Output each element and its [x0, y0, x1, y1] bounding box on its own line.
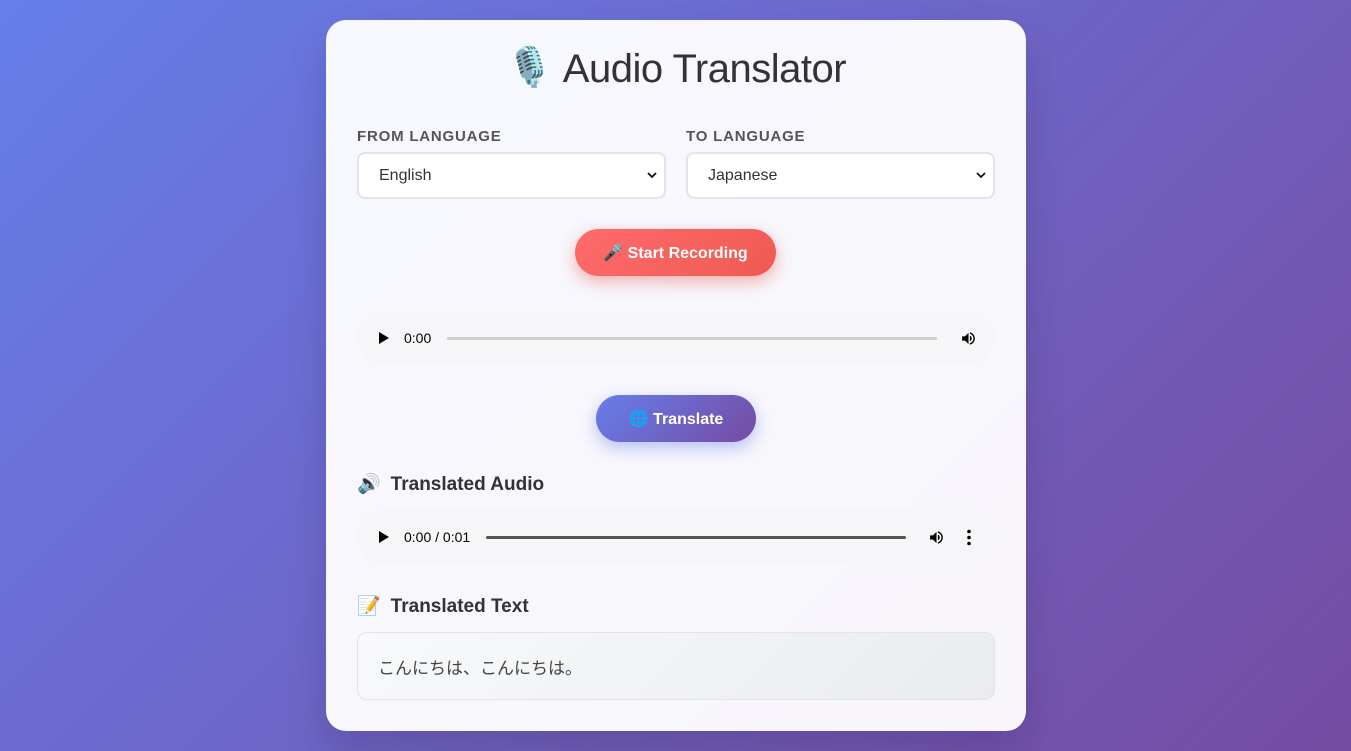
- translated-player-time: 0:00 / 0:01: [404, 529, 471, 545]
- translate-button[interactable]: 🌐 Translate: [596, 395, 756, 442]
- memo-icon: 📝: [357, 596, 381, 617]
- from-language-value: English: [379, 166, 432, 184]
- page-title: 🎙️ Audio Translator: [326, 46, 1026, 92]
- translated-audio-player: 0:00 / 0:01: [357, 510, 995, 564]
- to-language-value: Japanese: [708, 166, 778, 184]
- recording-player-time: 0:00: [404, 330, 432, 346]
- to-language-label: To Language: [686, 128, 806, 145]
- more-options-icon[interactable]: [967, 529, 971, 546]
- translated-seek-bar[interactable]: [486, 536, 906, 539]
- chevron-down-icon: [976, 172, 986, 179]
- recording-seek-bar[interactable]: [447, 337, 937, 340]
- translated-audio-heading: 🔊 Translated Audio: [357, 472, 544, 496]
- translated-text-content: こんにちは、こんにちは。: [378, 658, 582, 678]
- translated-text-heading: 📝 Translated Text: [357, 594, 529, 618]
- translated-text-output: こんにちは、こんにちは。: [357, 632, 995, 700]
- translated-text-heading-text: Translated Text: [390, 596, 529, 617]
- to-language-select[interactable]: Japanese: [686, 152, 995, 199]
- speaker-icon: 🔊: [357, 474, 381, 495]
- page-title-text: Audio Translator: [562, 47, 847, 91]
- translator-card: 🎙️ Audio Translator From Language English…: [326, 20, 1026, 731]
- recording-audio-player: 0:00: [357, 311, 995, 365]
- play-icon[interactable]: [379, 531, 389, 543]
- volume-icon[interactable]: [928, 529, 945, 546]
- chevron-down-icon: [647, 172, 657, 179]
- start-recording-button[interactable]: 🎤 Start Recording: [575, 229, 776, 276]
- translated-audio-heading-text: Translated Audio: [390, 474, 545, 495]
- from-language-label: From Language: [357, 128, 502, 145]
- microphone-icon: 🎙️: [505, 47, 553, 89]
- play-icon[interactable]: [379, 332, 389, 344]
- volume-icon[interactable]: [960, 330, 977, 347]
- from-language-select[interactable]: English: [357, 152, 666, 199]
